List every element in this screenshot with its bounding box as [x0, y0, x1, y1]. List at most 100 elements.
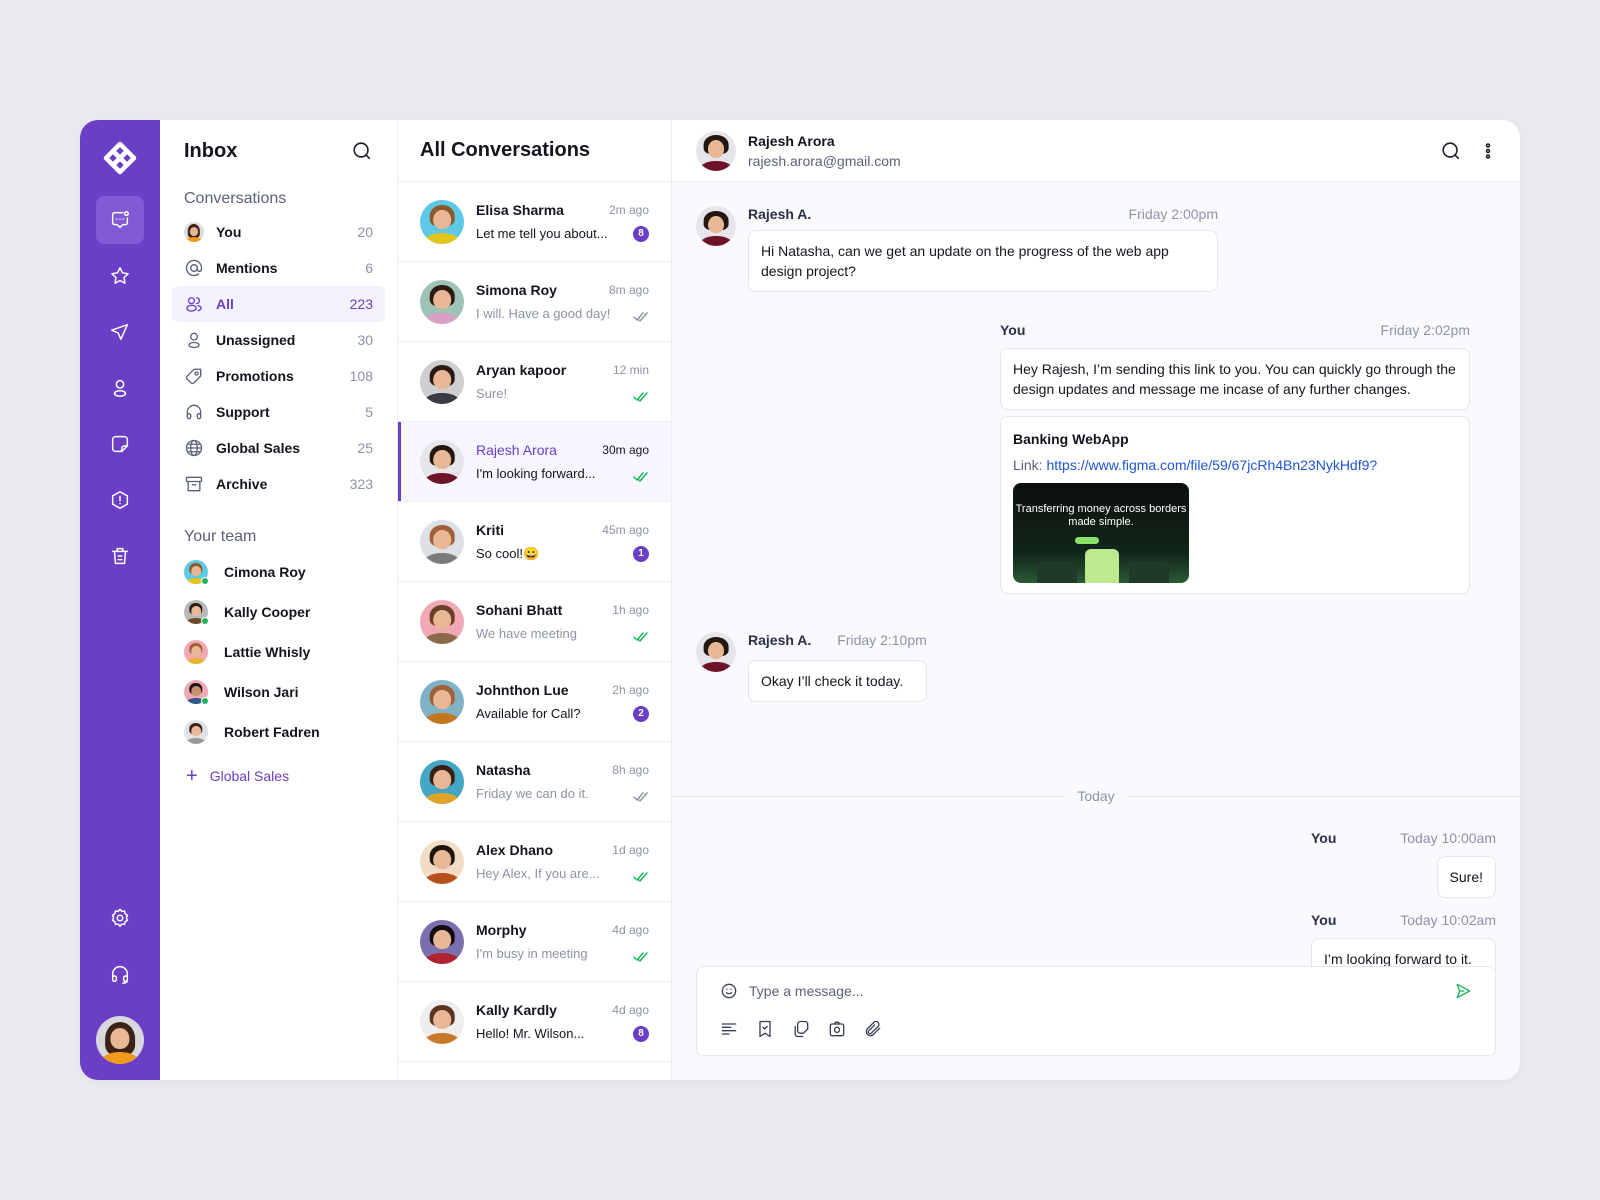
- app-logo-icon[interactable]: [102, 140, 138, 176]
- text-format-icon[interactable]: [719, 1019, 739, 1039]
- conversation-item[interactable]: Morphy 4d ago I'm busy in meeting: [398, 902, 671, 982]
- conversation-item[interactable]: Alex Dhano 1d ago Hey Alex, If you are...: [398, 822, 671, 902]
- conversation-time: 8m ago: [608, 283, 649, 297]
- conversation-list: All Conversations Elisa Sharma 2m ago Let…: [398, 120, 672, 1080]
- avatar: [420, 199, 464, 244]
- online-indicator: [201, 577, 209, 585]
- nav-item-promotions[interactable]: Promotions 108: [172, 358, 385, 394]
- nav-item-archive[interactable]: Archive 323: [172, 466, 385, 502]
- nav-item-global-sales[interactable]: Global Sales 25: [172, 430, 385, 466]
- conversation-time: 45m ago: [602, 522, 649, 537]
- at-icon: [185, 259, 203, 277]
- rail-settings-button[interactable]: [96, 894, 144, 942]
- rail-alerts-button[interactable]: [96, 476, 144, 524]
- sticker-icon[interactable]: [791, 1019, 811, 1039]
- more-options-icon[interactable]: [1480, 140, 1496, 162]
- nav-item-you[interactable]: You 20: [172, 214, 385, 250]
- rail-help-button[interactable]: [96, 950, 144, 998]
- conversation-preview: I'm busy in meeting: [476, 946, 588, 961]
- message-composer: [696, 966, 1496, 1056]
- conversation-item[interactable]: Johnthon Lue 2h ago Available for Call? 2: [398, 662, 671, 742]
- headset-icon: [111, 966, 129, 984]
- message-bubble: Hey Rajesh, I’m sending this link to you…: [1000, 348, 1470, 410]
- conversation-item[interactable]: Sohani Bhatt 1h ago We have meeting: [398, 582, 671, 662]
- add-team-button[interactable]: + Global Sales: [172, 764, 385, 788]
- message-bubble: Hi Natasha, can we get an update on the …: [748, 230, 1218, 292]
- bookmark-icon[interactable]: [755, 1019, 775, 1039]
- attachment-preview-image[interactable]: Transferring money across borders made s…: [1013, 483, 1189, 583]
- unread-badge: 1: [633, 545, 649, 562]
- rail-trash-button[interactable]: [96, 532, 144, 580]
- team-member[interactable]: Robert Fadren: [172, 712, 385, 752]
- unread-badge: 2: [633, 705, 649, 722]
- camera-icon[interactable]: [827, 1019, 847, 1039]
- rail-contacts-button[interactable]: [96, 364, 144, 412]
- user-icon: [188, 332, 200, 349]
- conversation-preview: Let me tell you about...: [476, 226, 608, 241]
- contact-name: Rajesh Arora: [748, 132, 835, 149]
- nav-item-count: 6: [365, 260, 373, 276]
- conversation-name: Alex Dhano: [476, 842, 554, 858]
- avatar: [420, 599, 464, 644]
- conversation-item[interactable]: Simona Roy 8m ago I will. Have a good day…: [398, 262, 671, 342]
- team-member[interactable]: Lattie Whisly: [172, 632, 385, 672]
- rail-starred-button[interactable]: [96, 252, 144, 300]
- double-check-icon: [633, 469, 649, 482]
- conversation-item[interactable]: Rajesh Arora 30m ago I'm looking forward.…: [398, 422, 671, 502]
- conversation-item[interactable]: Aryan kapoor 12 min Sure!: [398, 342, 671, 422]
- nav-item-label: Promotions: [216, 368, 294, 384]
- conversation-time: 1h ago: [612, 603, 649, 617]
- team-member[interactable]: Wilson Jari: [172, 672, 385, 712]
- current-user-avatar[interactable]: [96, 1016, 144, 1064]
- send-icon[interactable]: [1453, 981, 1473, 1001]
- avatar: [184, 560, 209, 585]
- message-time: Friday 2:00pm: [1128, 206, 1218, 222]
- nav-item-unassigned[interactable]: Unassigned 30: [172, 322, 385, 358]
- team-member[interactable]: Kally Cooper: [172, 592, 385, 632]
- team-member[interactable]: Cimona Roy: [172, 552, 385, 592]
- rail-notes-button[interactable]: [96, 420, 144, 468]
- conversation-item[interactable]: Kally Kardly 4d ago Hello! Mr. Wilson... 8: [398, 982, 671, 1062]
- date-divider: Today: [672, 788, 1520, 804]
- attachment-icon[interactable]: [863, 1019, 883, 1039]
- avatar: [184, 222, 204, 242]
- nav-item-label: Mentions: [216, 260, 278, 276]
- contact-avatar[interactable]: [696, 130, 736, 171]
- rail-chat-button[interactable]: [96, 196, 144, 244]
- search-icon[interactable]: [351, 140, 373, 162]
- nav-item-mentions[interactable]: Mentions 6: [172, 250, 385, 286]
- plus-icon: +: [186, 765, 198, 787]
- rail-bottom: [80, 894, 160, 1080]
- double-check-icon: [633, 869, 649, 882]
- inbox-panel: Inbox Conversations You 20 Mentions 6 Al…: [160, 120, 398, 1080]
- attachment-link[interactable]: https://www.figma.com/file/59/67jcRh4Bn2…: [1046, 457, 1377, 473]
- rail-send-button[interactable]: [96, 308, 144, 356]
- emoji-icon[interactable]: [719, 981, 739, 1001]
- conversations-heading: Conversations: [184, 190, 287, 207]
- conversation-preview: Available for Call?: [476, 706, 581, 721]
- conversation-name: Elisa Sharma: [476, 201, 564, 218]
- search-icon[interactable]: [1440, 140, 1462, 162]
- icon-rail: [80, 120, 160, 1080]
- conversation-item[interactable]: Kriti 45m ago So cool!😀 1: [398, 502, 671, 582]
- double-check-icon: [633, 629, 649, 642]
- conversation-time: 4d ago: [612, 1002, 649, 1017]
- nav-item-support[interactable]: Support 5: [172, 394, 385, 430]
- chat-header: Rajesh Arora rajesh.arora@gmail.com: [672, 120, 1520, 182]
- link-attachment-card: Banking WebApp Link: https://www.figma.c…: [1000, 416, 1470, 594]
- message-time: Friday 2:10pm: [837, 632, 927, 648]
- globe-icon: [185, 439, 203, 457]
- avatar: [184, 680, 209, 705]
- nav-item-all[interactable]: All 223: [172, 286, 385, 322]
- conversation-item[interactable]: Natasha 8h ago Friday we can do it.: [398, 742, 671, 822]
- conversation-item[interactable]: Elisa Sharma 2m ago Let me tell you about…: [398, 182, 671, 262]
- preview-headline: Transferring money across borders made s…: [1015, 503, 1187, 528]
- nav-item-count: 223: [349, 296, 373, 312]
- avatar: [420, 919, 464, 964]
- avatar: [420, 439, 464, 484]
- inbox-header: Inbox: [172, 120, 385, 182]
- conversation-time: 2h ago: [612, 682, 649, 697]
- message: Rajesh A. Friday 2:00pm Hi Natasha, can w…: [696, 206, 1218, 292]
- message-input[interactable]: [749, 983, 1453, 999]
- avatar: [420, 679, 464, 724]
